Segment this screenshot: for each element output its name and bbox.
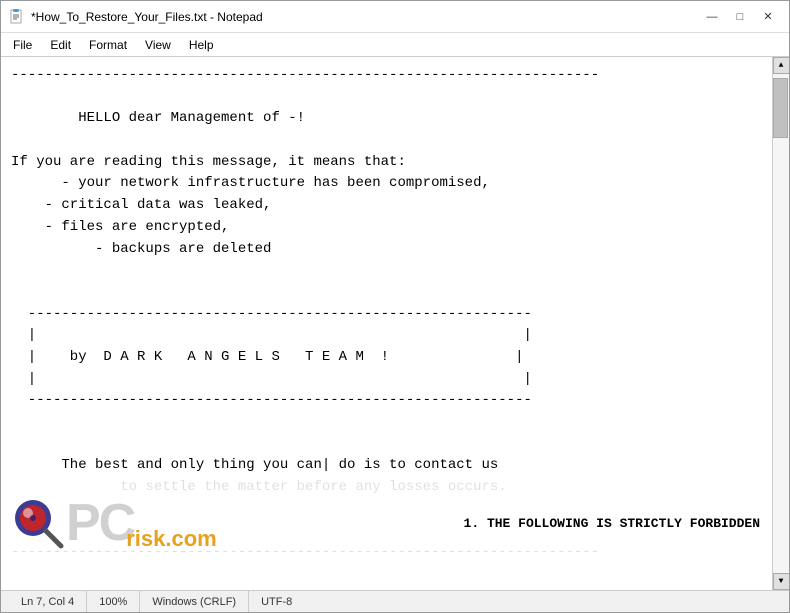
menu-bar: File Edit Format View Help — [1, 33, 789, 57]
status-encoding: UTF-8 — [249, 591, 304, 612]
status-bar: Ln 7, Col 4 100% Windows (CRLF) UTF-8 — [1, 590, 789, 612]
close-button[interactable]: ✕ — [755, 7, 781, 27]
menu-file[interactable]: File — [5, 36, 40, 54]
title-bar-left: *How_To_Restore_Your_Files.txt - Notepad — [9, 9, 263, 25]
menu-help[interactable]: Help — [181, 36, 222, 54]
scroll-track[interactable] — [773, 74, 789, 573]
window-controls: — □ ✕ — [699, 7, 781, 27]
scroll-up-button[interactable]: ▲ — [773, 57, 790, 74]
status-position: Ln 7, Col 4 — [9, 591, 87, 612]
minimize-button[interactable]: — — [699, 7, 725, 27]
notepad-icon — [9, 9, 25, 25]
maximize-button[interactable]: □ — [727, 7, 753, 27]
scroll-thumb[interactable] — [773, 78, 788, 138]
text-content[interactable]: ----------------------------------------… — [1, 57, 772, 590]
menu-format[interactable]: Format — [81, 36, 135, 54]
title-bar: *How_To_Restore_Your_Files.txt - Notepad… — [1, 1, 789, 33]
notepad-window: *How_To_Restore_Your_Files.txt - Notepad… — [0, 0, 790, 613]
scrollbar[interactable]: ▲ ▼ — [772, 57, 789, 590]
editor-wrapper: ----------------------------------------… — [1, 57, 789, 590]
menu-edit[interactable]: Edit — [42, 36, 79, 54]
scroll-down-button[interactable]: ▼ — [773, 573, 790, 590]
status-zoom: 100% — [87, 591, 140, 612]
editor-content[interactable]: ----------------------------------------… — [1, 57, 772, 590]
status-line-endings: Windows (CRLF) — [140, 591, 249, 612]
window-title: *How_To_Restore_Your_Files.txt - Notepad — [31, 10, 263, 24]
menu-view[interactable]: View — [137, 36, 179, 54]
